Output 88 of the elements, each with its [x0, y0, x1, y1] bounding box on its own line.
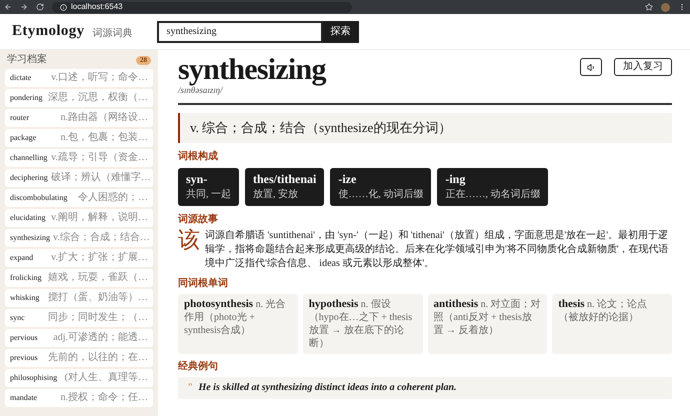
- sidebar-title: 学习档案: [7, 55, 47, 65]
- related-word-card[interactable]: hypothesis n. 假设（hypo在…之下 + thesis放置 → 放在底下的论断）: [302, 294, 422, 354]
- bookmark-icon[interactable]: [645, 3, 653, 11]
- sidebar-item[interactable]: elucidating v.阐明，解释，说明…: [5, 209, 153, 227]
- word-label: philosophising: [10, 374, 58, 382]
- sidebar-item[interactable]: whisking 搅打（蛋、奶油等）…: [5, 289, 153, 307]
- definition-preview: v.综合；合成；结合…: [53, 233, 150, 243]
- word-label: expand: [10, 254, 34, 262]
- word-label: whisking: [10, 294, 40, 302]
- word-label: channelling: [10, 154, 48, 162]
- word-label: pervious: [10, 334, 38, 342]
- word-label: discombobulating: [10, 194, 68, 202]
- sidebar-item[interactable]: discombobulating 令人困惑的；…: [5, 189, 153, 207]
- root-part: thes/tithenai: [253, 172, 316, 188]
- root-part: -ing: [445, 172, 466, 188]
- word-label: dictate: [10, 74, 32, 82]
- search-field[interactable]: synthesizing: [156, 20, 323, 42]
- sidebar-item[interactable]: channelling v.疏导；引导（资金…: [5, 149, 153, 167]
- sidebar-item[interactable]: expand v.扩大；扩张；扩展…: [5, 249, 153, 267]
- definition-box: v. 综合；合成；结合（synthesize的现在分词）: [178, 113, 672, 144]
- word-label: mandate: [10, 394, 38, 402]
- entry-word: synthesizing: [178, 54, 326, 86]
- related-word-card[interactable]: photosynthesis n. 光合作用（photo光 + synthesis合成）: [178, 294, 298, 354]
- speaker-icon: [586, 62, 596, 72]
- sidebar-item[interactable]: router n.路由器（网络设…: [5, 109, 153, 127]
- phonetic: /sɪnθəsaɪzɪŋ/: [178, 86, 223, 95]
- word-label: elucidating: [10, 214, 46, 222]
- definition-preview: 搅打（蛋、奶油等）…: [48, 293, 148, 303]
- definition-preview: v.口述，听写；命令…: [51, 73, 148, 83]
- word-label: package: [10, 134, 36, 142]
- speaker-button[interactable]: [580, 58, 602, 76]
- search-button[interactable]: 探索: [322, 20, 359, 42]
- section-label: 词根构成: [178, 152, 219, 162]
- reload-icon[interactable]: [36, 3, 44, 11]
- drop-cap: 该: [178, 228, 200, 254]
- word-label: frolicking: [10, 274, 42, 282]
- related-word-card[interactable]: thesis n. 论文；论点（被放好的论据）: [552, 294, 672, 354]
- definition-preview: 同步；同时发生；（…: [48, 313, 148, 323]
- definition-preview: v.阐明，解释，说明…: [51, 213, 148, 223]
- sidebar-item[interactable]: mandate n.授权；命令；任…: [5, 389, 153, 407]
- back-icon[interactable]: [4, 3, 12, 11]
- definition-preview: 破译；辨认（难懂字…: [50, 173, 151, 183]
- logo[interactable]: Etymology: [12, 20, 85, 43]
- definition-preview: 先前的，以往的；在…: [48, 353, 148, 363]
- word-label: previous: [10, 354, 38, 362]
- definition-preview: 嬉戏，玩耍，雀跃（…: [48, 273, 148, 283]
- definition-preview: v.扩大；扩张；扩展…: [51, 253, 148, 263]
- definition-preview: n.包，包裹；包装…: [60, 133, 148, 143]
- sidebar-item[interactable]: previous 先前的，以往的；在…: [5, 349, 153, 367]
- section-label: 同词根单词: [178, 278, 229, 289]
- definition-preview: 深思，沉思，权衡（…: [48, 93, 148, 103]
- root-meaning: 使……化, 动词后缀: [338, 189, 424, 202]
- forward-icon[interactable]: [20, 3, 28, 11]
- root-part: -ize: [338, 172, 358, 188]
- sidebar-item[interactable]: philosophising (对人生、真理等…: [5, 369, 153, 387]
- word-label: pondering: [10, 94, 42, 102]
- root-meaning: 放置, 安放: [253, 189, 299, 202]
- sidebar-item[interactable]: pondering 深思，沉思，权衡（…: [5, 89, 153, 107]
- definition-preview: n.授权；命令；任…: [60, 393, 148, 403]
- sidebar-item[interactable]: deciphering 破译；辨认（难懂字…: [5, 169, 153, 187]
- definition-preview: n.路由器（网络设…: [60, 113, 148, 123]
- word-label: synthesizing: [10, 234, 50, 242]
- sidebar-item[interactable]: dictate v.口述，听写；命令…: [5, 69, 153, 87]
- definition-preview: 令人困惑的；…: [78, 193, 148, 203]
- root-meaning: 正在……, 动名词后缀: [445, 189, 540, 202]
- address-bar[interactable]: localhost:6543: [52, 2, 352, 12]
- section-label: 词源故事: [178, 214, 219, 225]
- sidebar-item[interactable]: sync 同步；同时发生；（…: [5, 309, 153, 327]
- logo-subtitle: 词源词典: [92, 26, 133, 41]
- definition-preview: adj.可渗透的；能透…: [53, 333, 148, 343]
- related-word-card[interactable]: antithesis n. 对立面；对照（anti反对 + thesis放置 → 反着放）: [428, 294, 548, 354]
- definition-preview: v.疏导；引导（资金…: [51, 153, 148, 163]
- word-label: sync: [10, 314, 25, 322]
- word-label: deciphering: [10, 174, 48, 182]
- example-sentence: He is skilled at synthesizing distinct ideas into a coherent plan.: [198, 382, 457, 393]
- sidebar-item[interactable]: package n.包，包裹；包装…: [5, 129, 153, 147]
- sidebar-item[interactable]: frolicking 嬉戏，玩耍，雀跃（…: [5, 269, 153, 287]
- story-paragraph: 词源自希腊语 'suntithenai'，由 'syn-'（一起）和 'tithenai'（放置）组成，字面意思是'放在一起'。最初用于逻辑学，指将命题结合起来形成更高级的结论。后来在化学领域引申为'将不同物质化合成新物质'，在现代语境中广泛指代'综合信息、 ideas 或元素以形成整体'。: [205, 228, 670, 271]
- root-part: syn-: [186, 172, 208, 188]
- add-review-button[interactable]: 加入复习: [614, 58, 672, 76]
- quote-mark: ”: [188, 382, 192, 393]
- section-label: 经典例句: [178, 362, 219, 372]
- info-icon: [60, 4, 67, 10]
- root-meaning: 共同, 一起: [186, 189, 231, 202]
- word-label: router: [10, 114, 30, 122]
- sidebar-item[interactable]: pervious adj.可渗透的；能透…: [5, 329, 153, 347]
- sidebar-item[interactable]: synthesizing v.综合；合成；结合…: [5, 229, 153, 247]
- definition-preview: (对人生、真理等…: [64, 373, 148, 383]
